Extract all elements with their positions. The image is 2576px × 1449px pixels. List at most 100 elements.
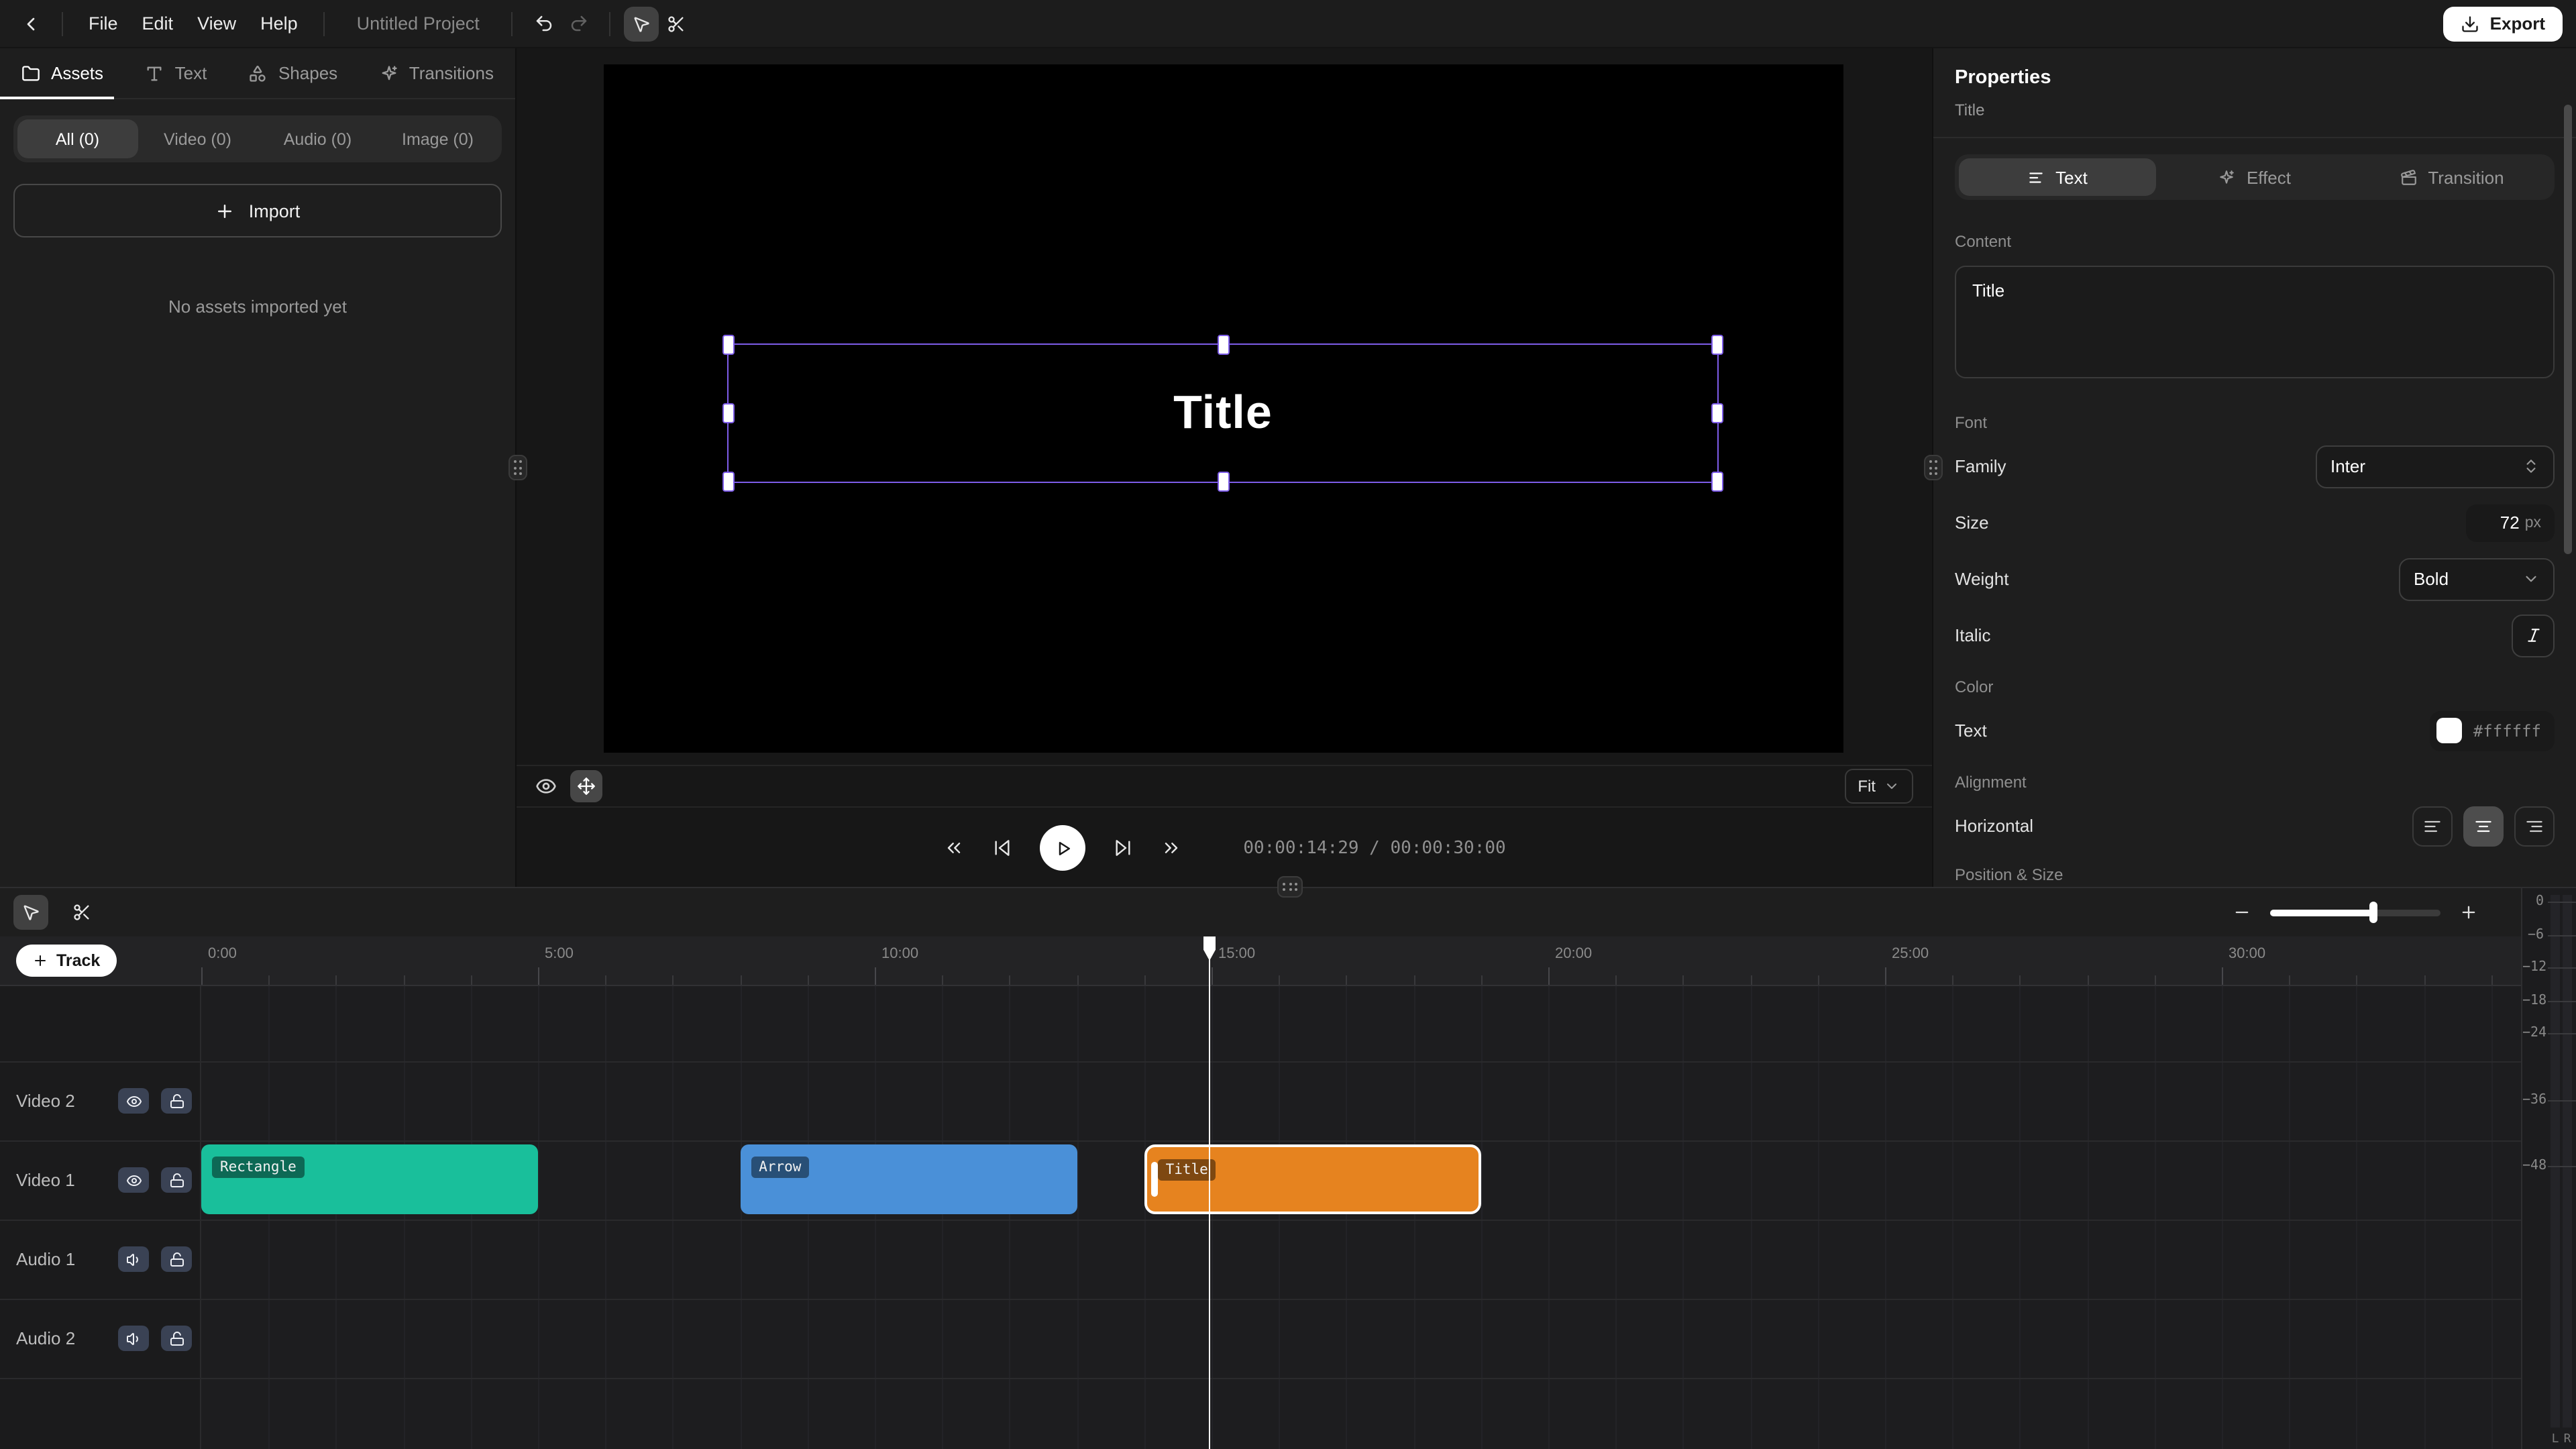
align-center-button[interactable] [2463,806,2504,846]
zoom-in-button[interactable] [2459,903,2478,922]
visibility-button[interactable] [535,775,557,797]
align-left-button[interactable] [2412,806,2453,846]
timeline-cut-tool[interactable] [64,895,99,930]
track-lock-button[interactable] [161,1326,192,1351]
italic-toggle[interactable] [2512,614,2555,657]
meter-tick [2548,1099,2576,1101]
color-swatch[interactable] [2437,718,2463,743]
grid-line [1615,986,1617,1449]
scrollbar-thumb[interactable] [2564,105,2572,554]
timeline-clip-rectangle[interactable]: Rectangle [201,1144,538,1214]
timeline-clip-title[interactable]: Title [1144,1144,1481,1214]
import-button[interactable]: Import [13,184,502,237]
timeline-body[interactable]: 0:005:0010:0015:0020:0025:0030:00 TrackV… [0,936,2521,1449]
filter-video-0[interactable]: Video (0) [138,119,258,158]
fit-dropdown[interactable]: Fit [1844,769,1913,804]
properties-tab-transition[interactable]: Transition [2353,158,2551,196]
slider-thumb[interactable] [2370,902,2378,923]
grid-line [1010,986,1011,1449]
timeline-select-tool[interactable] [13,895,48,930]
chevrons-right-icon [1160,837,1181,859]
selection-handle[interactable] [1711,403,1723,423]
fast-forward-button[interactable] [1160,837,1181,859]
redo-button[interactable] [561,6,596,41]
track-lock-button[interactable] [161,1088,192,1114]
selection-handle[interactable] [1217,472,1229,492]
panel-tab-transitions[interactable]: Transitions [380,48,494,98]
left-panel-resize-handle[interactable] [508,455,527,480]
menu-help[interactable]: Help [248,8,310,39]
track-lock-button[interactable] [161,1246,192,1272]
export-button[interactable]: Export [2443,6,2563,41]
scissors-icon [667,14,686,33]
selection-handle[interactable] [1711,335,1723,355]
menu-edit[interactable]: Edit [130,8,186,39]
fit-label: Fit [1858,777,1876,796]
scissors-icon [72,903,91,922]
position-section-label: Position & Size [1955,865,2555,884]
right-panel-resize-handle[interactable] [1924,455,1943,480]
panel-tab-assets[interactable]: Assets [21,48,103,98]
lock-open-icon [168,1251,184,1267]
select-tool-button[interactable] [625,6,659,41]
filter-image-0[interactable]: Image (0) [378,119,498,158]
track-visibility-button[interactable] [118,1167,149,1193]
font-family-select[interactable]: Inter [2316,445,2555,488]
grid-line [808,986,809,1449]
cut-tool-button[interactable] [659,6,694,41]
filter-all-0[interactable]: All (0) [17,119,138,158]
selection-box[interactable]: Title [727,343,1719,483]
text-color-input[interactable]: #ffffff [2430,710,2555,751]
project-name[interactable]: Untitled Project [357,13,480,34]
menu-file[interactable]: File [76,8,130,39]
align-right-button[interactable] [2514,806,2555,846]
move-tool-button[interactable] [570,770,602,802]
sparkles-icon [2218,168,2236,186]
filter-audio-0[interactable]: Audio (0) [258,119,378,158]
ruler-time-label: 0:00 [208,946,237,962]
add-track-button[interactable]: Track [16,945,116,977]
skip-start-button[interactable] [991,837,1012,859]
font-weight-select[interactable]: Bold [2399,557,2555,600]
rewind-button[interactable] [943,837,964,859]
panel-tab-shapes[interactable]: Shapes [249,48,337,98]
content-textarea[interactable]: Title [1955,266,2555,378]
menu-view[interactable]: View [185,8,248,39]
plus-icon [2459,903,2478,922]
track-mute-button[interactable] [118,1326,149,1351]
skip-end-button[interactable] [1112,837,1133,859]
undo-button[interactable] [527,6,561,41]
timeline-ruler[interactable]: 0:005:0010:0015:0020:0025:0030:00 Track [0,936,2521,986]
back-button[interactable] [13,6,48,41]
ruler-tick [1144,975,1146,985]
playhead-line[interactable] [1208,936,1210,1449]
chevrons-left-icon [943,837,964,859]
video-canvas[interactable]: Title [604,64,1843,753]
selection-handle[interactable] [722,335,735,355]
track-lock-button[interactable] [161,1167,192,1193]
selected-element-name: Title [1955,101,2555,119]
selection-handle[interactable] [722,472,735,492]
zoom-slider[interactable] [2270,902,2440,923]
ruler-tick [2087,975,2088,985]
track-name-audio-2: Audio 2 [16,1299,75,1378]
selection-handle[interactable] [1711,472,1723,492]
grid-line [1279,986,1280,1449]
font-size-input[interactable]: 72 px [2466,504,2555,541]
clip-trim-handle[interactable] [1151,1162,1158,1197]
panel-tab-text[interactable]: Text [146,48,207,98]
properties-tab-effect[interactable]: Effect [2156,158,2353,196]
timeline-clip-arrow[interactable]: Arrow [740,1144,1077,1214]
selection-handle[interactable] [1217,335,1229,355]
zoom-out-button[interactable] [2233,903,2251,922]
selection-handle[interactable] [722,403,735,423]
screen: File Edit View Help Untitled Project Exp… [0,0,2576,1449]
track-visibility-button[interactable] [118,1088,149,1114]
timeline-resize-handle[interactable] [1277,876,1303,898]
canvas-title-text[interactable]: Title [729,345,1717,482]
properties-tab-text[interactable]: Text [1959,158,2156,196]
italic-label: Italic [1955,625,1990,645]
play-button[interactable] [1039,825,1085,871]
preview-toolbar: Fit [517,765,1932,808]
track-mute-button[interactable] [118,1246,149,1272]
